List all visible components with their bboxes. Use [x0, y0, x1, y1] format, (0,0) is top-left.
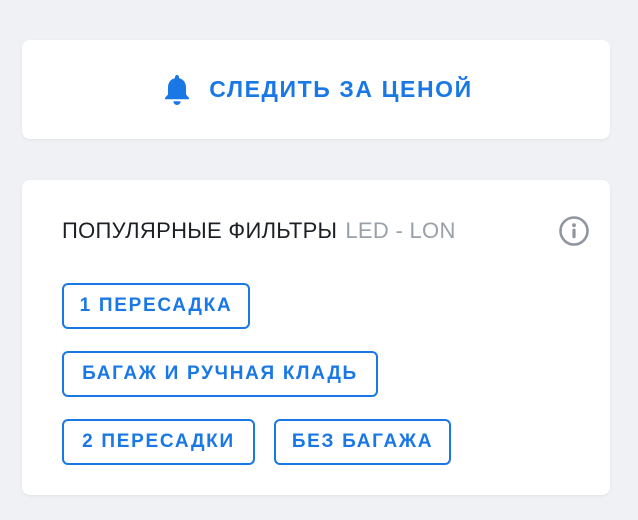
popular-filters-card: ПОПУЛЯРНЫЕ ФИЛЬТРЫ LED - LON 1 ПЕРЕСАДКА… — [22, 180, 610, 495]
popular-filters-route: LED - LON — [345, 218, 456, 243]
filter-chip-two-transfers[interactable]: 2 ПЕРЕСАДКИ — [62, 419, 255, 465]
filter-chip-no-baggage[interactable]: БЕЗ БАГАЖА — [274, 419, 451, 465]
info-icon[interactable] — [558, 215, 590, 247]
bell-icon — [165, 74, 190, 105]
watch-price-button[interactable]: СЛЕДИТЬ ЗА ЦЕНОЙ — [22, 40, 610, 139]
popular-filters-header: ПОПУЛЯРНЫЕ ФИЛЬТРЫ LED - LON — [62, 216, 590, 246]
popular-filters-title: ПОПУЛЯРНЫЕ ФИЛЬТРЫ — [62, 218, 338, 243]
filter-chip-one-transfer[interactable]: 1 ПЕРЕСАДКА — [62, 283, 250, 329]
watch-price-label: СЛЕДИТЬ ЗА ЦЕНОЙ — [209, 76, 473, 102]
watch-price-content: СЛЕДИТЬ ЗА ЦЕНОЙ — [159, 72, 473, 108]
filter-chip-baggage-and-hand-luggage[interactable]: БАГАЖ И РУЧНАЯ КЛАДЬ — [62, 351, 378, 397]
